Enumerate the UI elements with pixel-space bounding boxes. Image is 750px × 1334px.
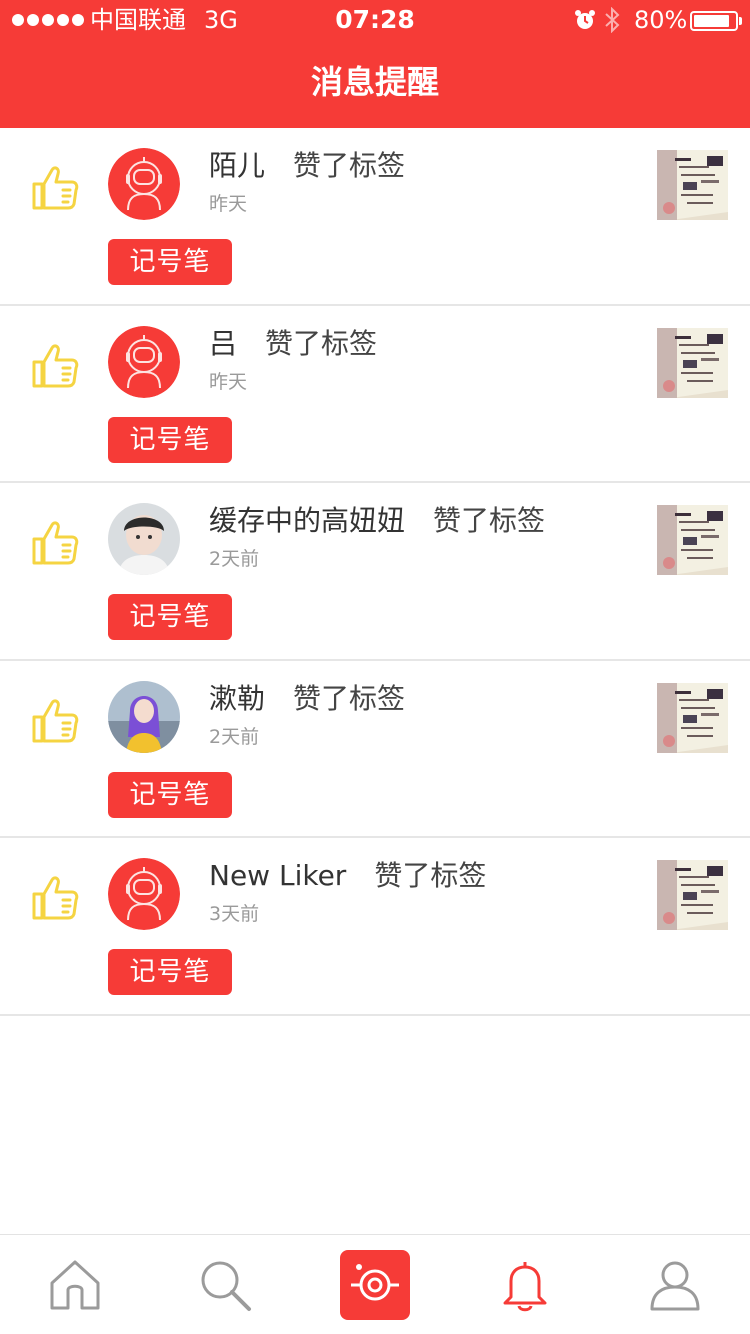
notification-text: 吕赞了标签 xyxy=(209,326,377,362)
camera-icon xyxy=(351,1264,399,1301)
tag-thumbnail[interactable] xyxy=(657,327,728,398)
home-icon xyxy=(50,1260,100,1310)
tag-thumbnail[interactable] xyxy=(657,505,728,575)
tab-home[interactable] xyxy=(0,1235,150,1334)
tag-button[interactable]: 记号笔 xyxy=(108,416,232,463)
battery-cap xyxy=(739,17,742,25)
status-bar: 中国联通 3G 07:28 80% xyxy=(0,0,750,40)
user-name[interactable]: New Liker xyxy=(209,859,346,892)
user-icon xyxy=(650,1261,700,1311)
user-name[interactable]: 吕 xyxy=(209,327,237,360)
tag-thumbnail[interactable] xyxy=(657,150,728,220)
action-text: 赞了标签 xyxy=(374,859,487,892)
user-name[interactable]: 缓存中的高妞妞 xyxy=(209,504,405,537)
tab-notifications[interactable] xyxy=(450,1235,600,1334)
battery-icon xyxy=(690,11,738,31)
action-text: 赞了标签 xyxy=(293,681,406,715)
thumbs-up-icon xyxy=(30,872,80,922)
timestamp: 昨天 xyxy=(209,370,248,393)
notification-item[interactable]: 缓存中的高妞妞 赞了标签 2天前记号笔 xyxy=(0,483,750,661)
thumbs-up-icon xyxy=(30,517,80,567)
tag-button[interactable]: 记号笔 xyxy=(108,239,232,285)
action-text: 赞了标签 xyxy=(265,326,378,360)
thumbs-up-icon xyxy=(30,695,80,745)
notification-item[interactable]: 陌儿 赞了标签昨天记号笔 xyxy=(0,128,750,306)
battery-percent: 80% xyxy=(634,6,688,34)
alarm-icon xyxy=(575,10,595,29)
tab-search[interactable] xyxy=(150,1235,300,1334)
tab-camera[interactable] xyxy=(300,1235,450,1334)
timestamp: 昨天 xyxy=(209,193,248,215)
user-name[interactable]: 漱勒 xyxy=(209,682,265,715)
avatar[interactable] xyxy=(108,148,180,220)
notification-item[interactable]: 漱勒 赞了标签 2天前记号笔 xyxy=(0,661,750,838)
tag-thumbnail[interactable] xyxy=(657,682,728,753)
action-text: 赞了标签 xyxy=(433,504,546,537)
tag-button[interactable]: 记号笔 xyxy=(108,771,232,818)
tab-profile[interactable] xyxy=(600,1235,750,1334)
timestamp: 2天前 xyxy=(209,725,260,748)
user-name[interactable]: 陌儿 xyxy=(209,149,265,182)
avatar[interactable] xyxy=(108,680,180,753)
notification-text: New Liker 赞了标签 xyxy=(209,858,486,894)
thumbs-up-icon xyxy=(30,340,80,390)
tag-button[interactable]: 记号笔 xyxy=(108,949,232,995)
top-bar: 中国联通 3G 07:28 80% 消息提醒 xyxy=(0,0,750,128)
tag-button[interactable]: 记号笔 xyxy=(108,594,232,640)
thumbs-up-icon xyxy=(30,162,80,212)
tab-bar xyxy=(0,1234,750,1334)
action-text: 赞了标签 xyxy=(293,149,406,182)
timestamp: 3天前 xyxy=(209,903,260,925)
notification-text: 缓存中的高妞妞 赞了标签 xyxy=(209,503,545,539)
search-icon xyxy=(201,1261,251,1311)
notification-item[interactable]: 吕赞了标签 昨天 记号笔 xyxy=(0,306,750,483)
notification-text: 漱勒 赞了标签 xyxy=(209,681,405,717)
avatar[interactable] xyxy=(108,325,180,398)
page-title: 消息提醒 xyxy=(310,63,439,101)
notification-list: 陌儿 赞了标签 昨天 记号笔吕赞了标签 昨天 记号笔 缓存中的高妞妞 赞了标签 2天前 记号笔 漱勒… xyxy=(0,128,750,1016)
camera-button[interactable] xyxy=(340,1250,410,1320)
timestamp: 2天前 xyxy=(209,548,260,570)
bluetooth-icon xyxy=(605,7,620,33)
notification-text: 陌儿 赞了标签 xyxy=(209,148,405,184)
bell-icon xyxy=(503,1262,547,1312)
notification-item[interactable]: New Liker 赞了标签 3天前记号笔 xyxy=(0,838,750,1016)
avatar[interactable] xyxy=(108,858,180,930)
avatar[interactable] xyxy=(108,503,180,575)
tag-thumbnail[interactable] xyxy=(657,860,728,930)
